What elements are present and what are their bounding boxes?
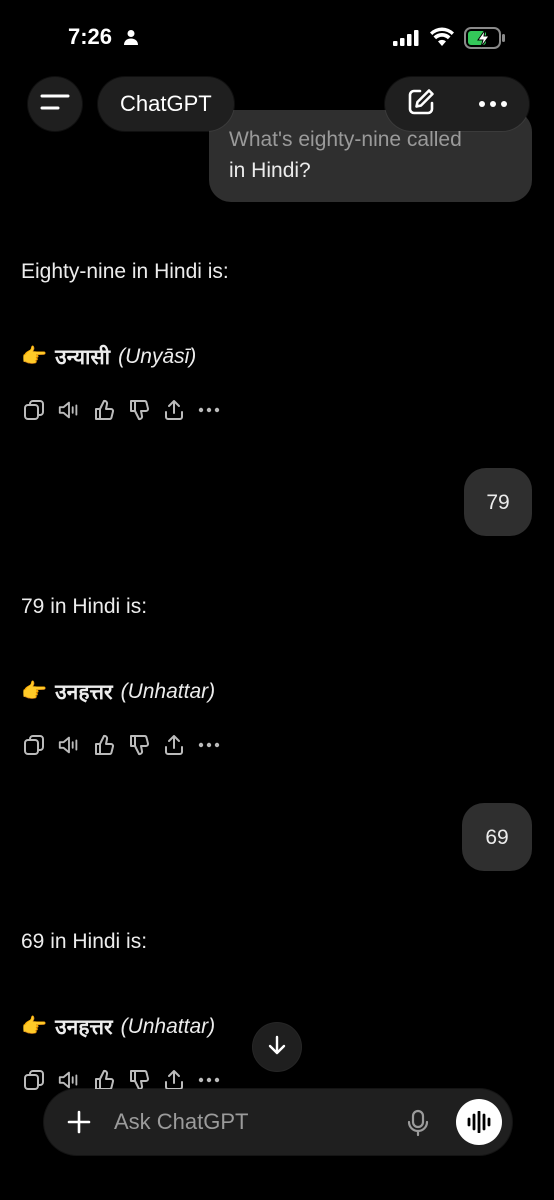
menu-icon bbox=[40, 92, 70, 117]
cellular-signal-icon bbox=[393, 30, 419, 51]
mic-icon[interactable] bbox=[406, 1109, 430, 1142]
share-icon[interactable] bbox=[162, 733, 186, 757]
user-message-bubble: 79 bbox=[464, 468, 532, 536]
plus-icon[interactable] bbox=[66, 1109, 92, 1140]
transliteration: (Unyāsī) bbox=[118, 345, 197, 368]
more-icon[interactable] bbox=[478, 95, 508, 113]
model-selector-button[interactable]: ChatGPT bbox=[98, 77, 234, 131]
header-actions bbox=[385, 77, 529, 131]
assistant-answer: 👉 उनहत्तर (Unhattar) bbox=[21, 1013, 215, 1041]
thumbs-up-icon[interactable] bbox=[92, 733, 116, 757]
message-composer[interactable]: Ask ChatGPT bbox=[44, 1089, 512, 1155]
wifi-icon bbox=[430, 27, 454, 52]
share-icon[interactable] bbox=[162, 398, 186, 422]
battery-charging-icon bbox=[464, 27, 506, 54]
message-input[interactable]: Ask ChatGPT bbox=[114, 1109, 248, 1135]
thumbs-down-icon[interactable] bbox=[127, 733, 151, 757]
status-time: 7:26 bbox=[68, 24, 113, 49]
copy-icon[interactable] bbox=[22, 398, 46, 422]
assistant-message-text: Eighty-nine in Hindi is: bbox=[21, 260, 229, 283]
copy-icon[interactable] bbox=[22, 1068, 46, 1092]
assistant-answer: 👉 उनहत्तर (Unhattar) bbox=[21, 678, 215, 706]
speaker-icon[interactable] bbox=[57, 398, 81, 422]
transliteration: (Unhattar) bbox=[120, 1015, 216, 1038]
hindi-word: उन्यासी bbox=[55, 346, 111, 369]
more-icon[interactable] bbox=[197, 398, 221, 422]
hindi-word: उनहत्तर bbox=[55, 681, 113, 704]
assistant-answer: 👉 उन्यासी (Unyāsī) bbox=[21, 343, 196, 371]
voice-mode-icon[interactable] bbox=[456, 1099, 502, 1145]
pointing-hand-emoji: 👉 bbox=[21, 345, 48, 368]
assistant-message-text: 69 in Hindi is: bbox=[21, 930, 148, 953]
message-actions bbox=[22, 398, 221, 422]
arrow-down-icon bbox=[266, 1034, 288, 1061]
edit-icon[interactable] bbox=[406, 87, 436, 122]
transliteration: (Unhattar) bbox=[120, 680, 216, 703]
more-icon[interactable] bbox=[197, 733, 221, 757]
user-message-bubble: 69 bbox=[462, 803, 532, 871]
scroll-to-bottom-button[interactable] bbox=[253, 1023, 301, 1071]
pointing-hand-emoji: 👉 bbox=[21, 1015, 48, 1038]
sidebar-menu-button[interactable] bbox=[28, 77, 82, 131]
hindi-word: उनहत्तर bbox=[55, 1016, 113, 1039]
user-message-line: in Hindi? bbox=[229, 159, 311, 182]
thumbs-down-icon[interactable] bbox=[127, 398, 151, 422]
copy-icon[interactable] bbox=[22, 733, 46, 757]
person-icon bbox=[123, 29, 139, 50]
message-actions bbox=[22, 733, 221, 757]
speaker-icon[interactable] bbox=[57, 733, 81, 757]
assistant-message-text: 79 in Hindi is: bbox=[21, 595, 148, 618]
pointing-hand-emoji: 👉 bbox=[21, 680, 48, 703]
thumbs-up-icon[interactable] bbox=[92, 398, 116, 422]
